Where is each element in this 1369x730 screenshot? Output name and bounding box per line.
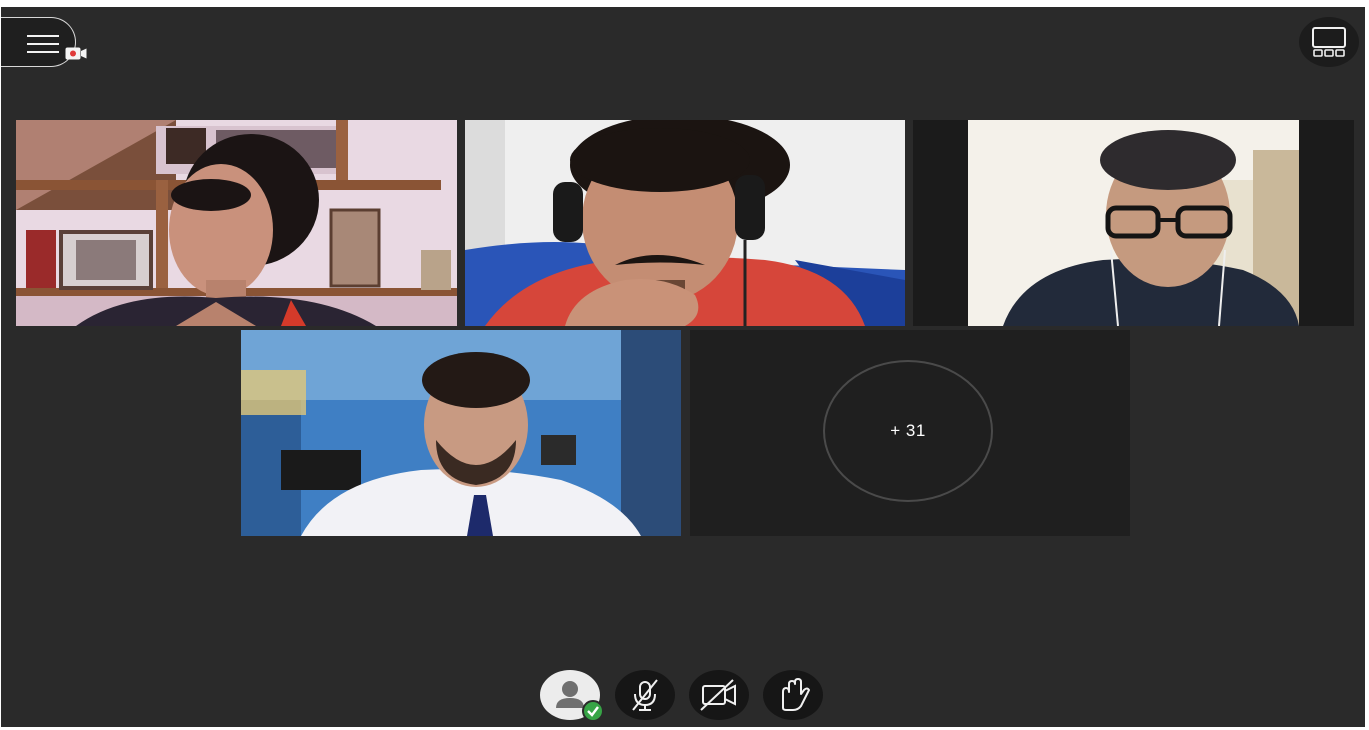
participant-video-4[interactable] <box>241 330 681 536</box>
layout-toggle-button[interactable] <box>1299 17 1359 67</box>
gallery-layout-icon <box>1312 27 1346 57</box>
participant-video-1[interactable] <box>16 120 457 326</box>
camera-button[interactable] <box>689 670 749 720</box>
recording-camera-icon <box>65 47 87 60</box>
more-participants-count: + 31 <box>890 421 926 440</box>
participant-video-2[interactable] <box>465 120 905 326</box>
camera-off-icon <box>700 679 736 711</box>
status-available-icon <box>582 700 604 722</box>
more-participants-tile: + 31 <box>690 330 1130 536</box>
microphone-button[interactable] <box>615 670 675 720</box>
my-status-button[interactable] <box>540 670 604 722</box>
hand-icon <box>782 678 810 711</box>
microphone-off-icon <box>632 679 658 711</box>
hamburger-icon <box>27 35 59 59</box>
raise-hand-button[interactable] <box>763 670 823 720</box>
more-participants-button[interactable]: + 31 <box>823 360 993 502</box>
participant-video-3[interactable] <box>913 120 1354 326</box>
collaborate-session: + 31 <box>1 7 1365 727</box>
